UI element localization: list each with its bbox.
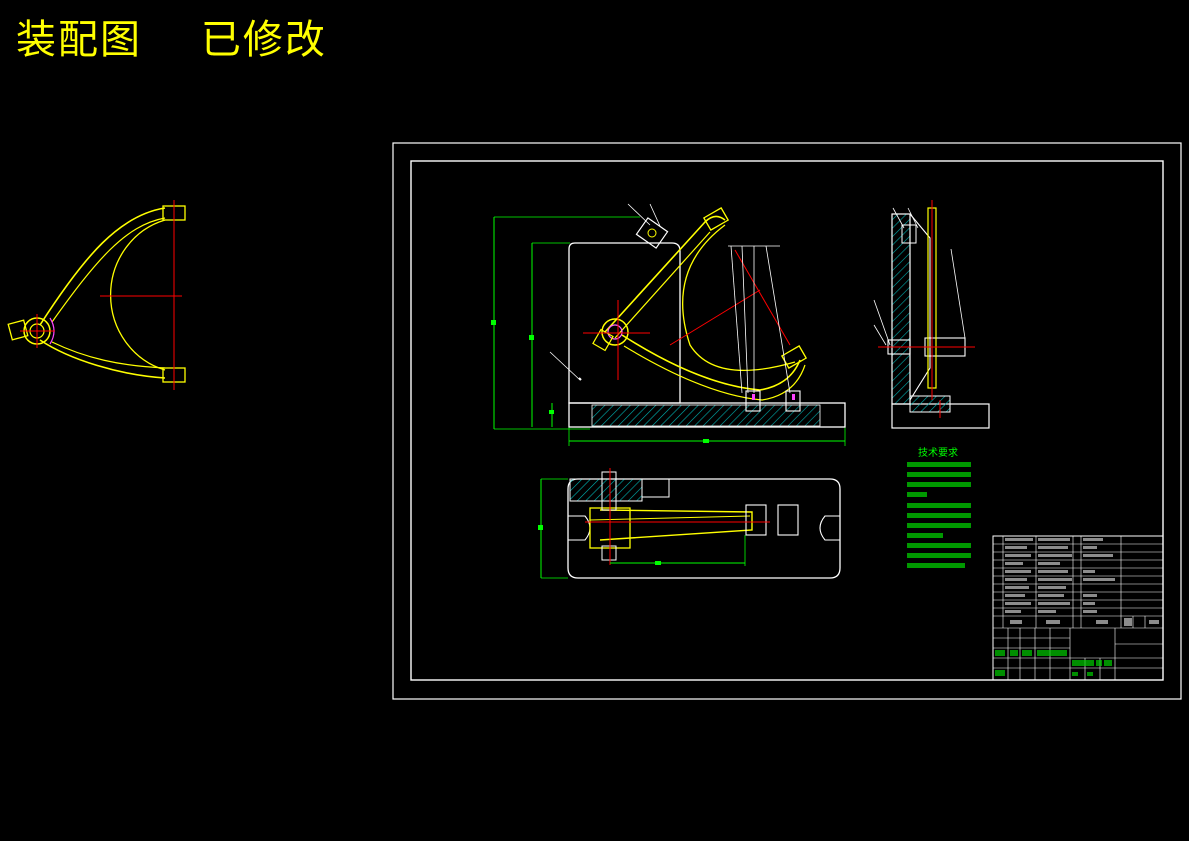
title-block xyxy=(992,535,1164,681)
front-view xyxy=(491,203,846,446)
top-view xyxy=(538,468,841,579)
cad-drawing-canvas: 技术要求 xyxy=(7,142,1182,700)
fork-part-view xyxy=(7,200,186,390)
technical-requirements: 技术要求 xyxy=(907,446,971,568)
tech-requirements-title: 技术要求 xyxy=(918,446,958,459)
side-view xyxy=(873,200,990,429)
